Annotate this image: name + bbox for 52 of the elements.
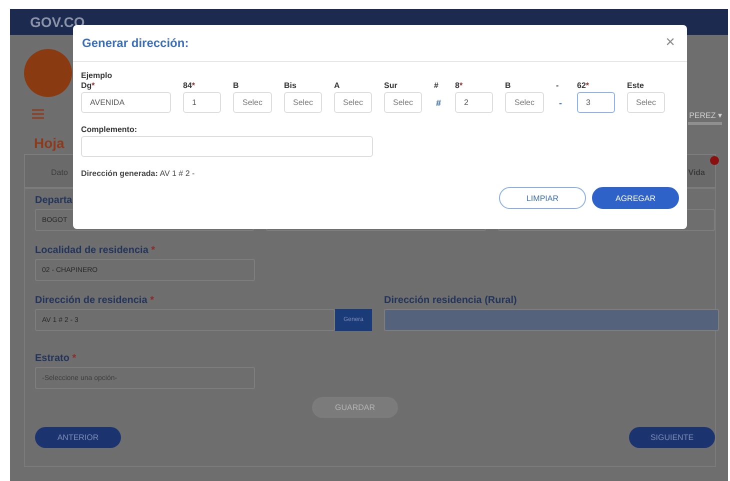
field-label: Localidad de residencia * (35, 245, 156, 256)
part-label: - (556, 81, 559, 90)
required-mark: * (72, 353, 76, 364)
menu-icon[interactable] (32, 109, 44, 119)
clear-button[interactable]: LIMPIAR (499, 187, 586, 209)
part-label: 62* (577, 81, 590, 90)
required-mark: * (92, 81, 95, 90)
part-label: A (334, 81, 340, 90)
select-field[interactable]: Selec (627, 92, 665, 113)
add-button[interactable]: AGREGAR (592, 187, 679, 209)
logo-text: GOV.CO (30, 14, 85, 30)
user-name[interactable]: PEREZ ▾ (689, 111, 722, 120)
close-button[interactable]: × (662, 34, 679, 52)
user-subtitle (688, 122, 722, 125)
next-button[interactable]: SIGUIENTE (629, 427, 715, 448)
select-field[interactable]: Selec (384, 92, 422, 113)
complement-field[interactable] (81, 136, 373, 157)
part-label: 8* (455, 81, 463, 90)
part-label: Dg* (81, 81, 95, 90)
generated-address: Dirección generada: AV 1 # 2 - (81, 169, 195, 178)
part-label: 84* (183, 81, 196, 90)
part-label: B (505, 81, 511, 90)
select-field[interactable]: Selec (284, 92, 322, 113)
text-input[interactable]: 2 (455, 92, 493, 113)
dialog-title: Generar dirección: (82, 36, 189, 50)
required-mark: * (151, 245, 156, 256)
part-label: Bis (284, 81, 296, 90)
text-input[interactable]: 1 (183, 92, 221, 113)
field-label: Departa (35, 195, 72, 206)
select-field[interactable]: Selec (505, 92, 544, 113)
field-label: Dirección residencia (Rural) (384, 295, 517, 306)
text-input[interactable]: 3 (577, 92, 615, 113)
text-input[interactable]: AVENIDA (81, 92, 171, 113)
required-mark: * (150, 295, 154, 306)
required-mark: * (459, 81, 463, 90)
complement-label: Complemento: (81, 125, 137, 134)
select-field[interactable]: Selec (334, 92, 372, 113)
part-label: B (233, 81, 239, 90)
page-title: Hoja (34, 135, 64, 151)
separator-symbol: # (434, 96, 442, 110)
required-mark: * (586, 81, 590, 90)
example-label: Ejemplo (81, 71, 112, 80)
separator-symbol: - (558, 96, 563, 110)
field-label: Dirección de residencia * (35, 295, 154, 306)
logo-circle (24, 49, 72, 97)
part-label: # (434, 81, 438, 90)
field-label: Estrato * (35, 353, 76, 364)
select-field[interactable]: Selec (233, 92, 272, 113)
required-mark: * (192, 81, 196, 90)
part-label: Sur (384, 81, 398, 90)
previous-button[interactable]: ANTERIOR (35, 427, 121, 448)
part-label: Este (627, 81, 644, 90)
